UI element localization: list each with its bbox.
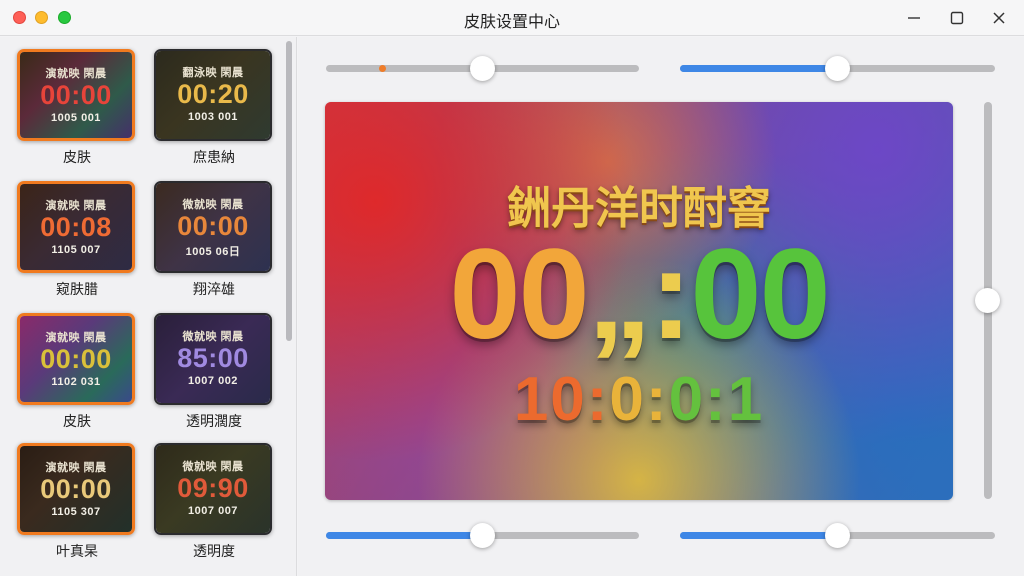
thumbnail-time: 00:00	[40, 474, 112, 504]
skin-name: 叶真杲	[56, 543, 98, 559]
maximize-icon[interactable]	[946, 8, 968, 28]
thumbnail-time: 00:20	[177, 79, 249, 109]
preview-subtime: 10:0:0:1	[325, 364, 953, 435]
preview-time: 00„:00	[325, 230, 953, 360]
slider-fill	[680, 65, 838, 72]
preview-subtime-part: 10:	[513, 365, 610, 434]
preview-panel: 銂丹洋时酎窨 00„:00 10:0:0:1	[298, 37, 1024, 576]
thumbnail-footer: 1007 002	[188, 375, 238, 387]
skin-item[interactable]: 演就映 閑晨 00:00 1102 031 皮肤	[14, 311, 154, 431]
skin-item[interactable]: 演就映 閑晨 00:00 1005 001 皮肤	[14, 47, 154, 167]
skin-thumbnail[interactable]: 演就映 閑晨 00:00 1102 031	[17, 313, 135, 405]
skin-thumbnail[interactable]: 演就映 閑晨 00:00 1005 001	[17, 49, 135, 141]
thumbnail-time: 85:00	[177, 343, 249, 373]
close-icon[interactable]	[988, 8, 1010, 28]
preview-time-minutes: 00	[690, 223, 830, 366]
thumbnail-header: 演就映 閑晨	[45, 68, 107, 80]
title-bar: 皮肤设置中心	[0, 0, 1024, 36]
skin-item[interactable]: 微就映 閑晨 00:00 1005 06日翔淬雄	[151, 179, 291, 299]
bottom-right-slider[interactable]	[680, 521, 995, 551]
slider-knob[interactable]	[975, 288, 1000, 313]
preview-time-sep: „:	[587, 223, 693, 366]
thumbnail-footer: 1102 031	[51, 376, 101, 388]
skin-item[interactable]: 翻泳映 閑晨 00:20 1003 001 庶患納	[151, 47, 291, 167]
skin-list-sidebar: 演就映 閑晨 00:00 1005 001 皮肤 翻泳映 閑晨 00:20 1003 001…	[0, 37, 297, 576]
minimize-icon[interactable]	[903, 8, 925, 28]
window-title: 皮肤设置中心	[463, 14, 560, 31]
skin-name: 庶患納	[193, 149, 235, 165]
skin-thumbnail[interactable]: 翻泳映 閑晨 00:20 1003 001	[154, 49, 272, 141]
slider-knob[interactable]	[825, 523, 850, 548]
slider-knob[interactable]	[470, 56, 495, 81]
top-right-slider[interactable]	[680, 54, 995, 84]
skin-thumbnail[interactable]: 微就映 閑晨 85:00 1007 002	[154, 313, 272, 405]
skin-name: 翔淬雄	[193, 281, 235, 297]
skin-name: 皮肤	[63, 149, 91, 165]
thumbnail-footer: 1003 001	[188, 111, 238, 123]
skin-name: 窥肤腊	[56, 281, 98, 297]
thumbnail-header: 微就映 閑晨	[182, 199, 244, 211]
skin-item[interactable]: 微就映 閑晨 85:00 1007 002 透明濶度	[151, 311, 291, 431]
thumbnail-header: 演就映 閑晨	[45, 200, 107, 212]
app-window: 皮肤设置中心 演就映 閑晨 00:00 1005 001 皮肤 翻泳映 閑晨 00:20 1…	[0, 0, 1024, 576]
thumbnail-time: 09:90	[177, 473, 249, 503]
thumbnail-header: 微就映 閑晨	[182, 461, 244, 473]
slider-knob[interactable]	[470, 523, 495, 548]
thumbnail-header: 微就映 閑晨	[182, 331, 244, 343]
preview-subtime-part: 0:	[609, 365, 669, 434]
skin-thumbnail[interactable]: 微就映 閑晨 00:00 1005 06日	[154, 181, 272, 273]
thumbnail-time: 00:08	[40, 212, 112, 242]
slider-fill	[680, 532, 838, 539]
sidebar-scrollbar[interactable]	[286, 41, 292, 341]
thumbnail-footer: 1005 001	[51, 112, 101, 124]
skin-thumbnail[interactable]: 微就映 閑晨 09:90 1007 007	[154, 443, 272, 535]
thumbnail-footer: 1005 06日	[185, 246, 241, 258]
thumbnail-header: 翻泳映 閑晨	[182, 67, 244, 79]
skin-item[interactable]: 演就映 閑晨 00:08 1105 007 窥肤腊	[14, 179, 154, 299]
thumbnail-time: 00:00	[40, 344, 112, 374]
thumbnail-header: 演就映 閑晨	[45, 332, 107, 344]
skin-item[interactable]: 微就映 閑晨 09:90 1007 007 透明度	[151, 441, 291, 561]
preview-time-hours: 00	[449, 223, 589, 366]
thumbnail-footer: 1105 307	[51, 506, 101, 518]
thumbnail-time: 00:00	[40, 80, 112, 110]
thumbnail-header: 演就映 閑晨	[45, 462, 107, 474]
skin-thumbnail[interactable]: 演就映 閑晨 00:00 1105 307	[17, 443, 135, 535]
thumbnail-time: 00:00	[177, 211, 249, 241]
skin-thumbnail[interactable]: 演就映 閑晨 00:08 1105 007	[17, 181, 135, 273]
slider-knob[interactable]	[825, 56, 850, 81]
preview-subtime-part: 0:1	[668, 365, 765, 434]
skin-name: 透明度	[193, 543, 235, 559]
skin-item[interactable]: 演就映 閑晨 00:00 1105 307 叶真杲	[14, 441, 154, 561]
bottom-left-slider[interactable]	[326, 521, 639, 551]
top-left-slider[interactable]	[326, 54, 639, 84]
skin-preview: 銂丹洋时酎窨 00„:00 10:0:0:1	[325, 102, 953, 500]
skin-name: 皮肤	[63, 413, 91, 429]
skin-name: 透明濶度	[186, 413, 242, 429]
thumbnail-footer: 1105 007	[51, 244, 101, 256]
slider-fill	[326, 532, 483, 539]
thumbnail-footer: 1007 007	[188, 505, 238, 517]
vertical-slider[interactable]	[975, 102, 1001, 499]
